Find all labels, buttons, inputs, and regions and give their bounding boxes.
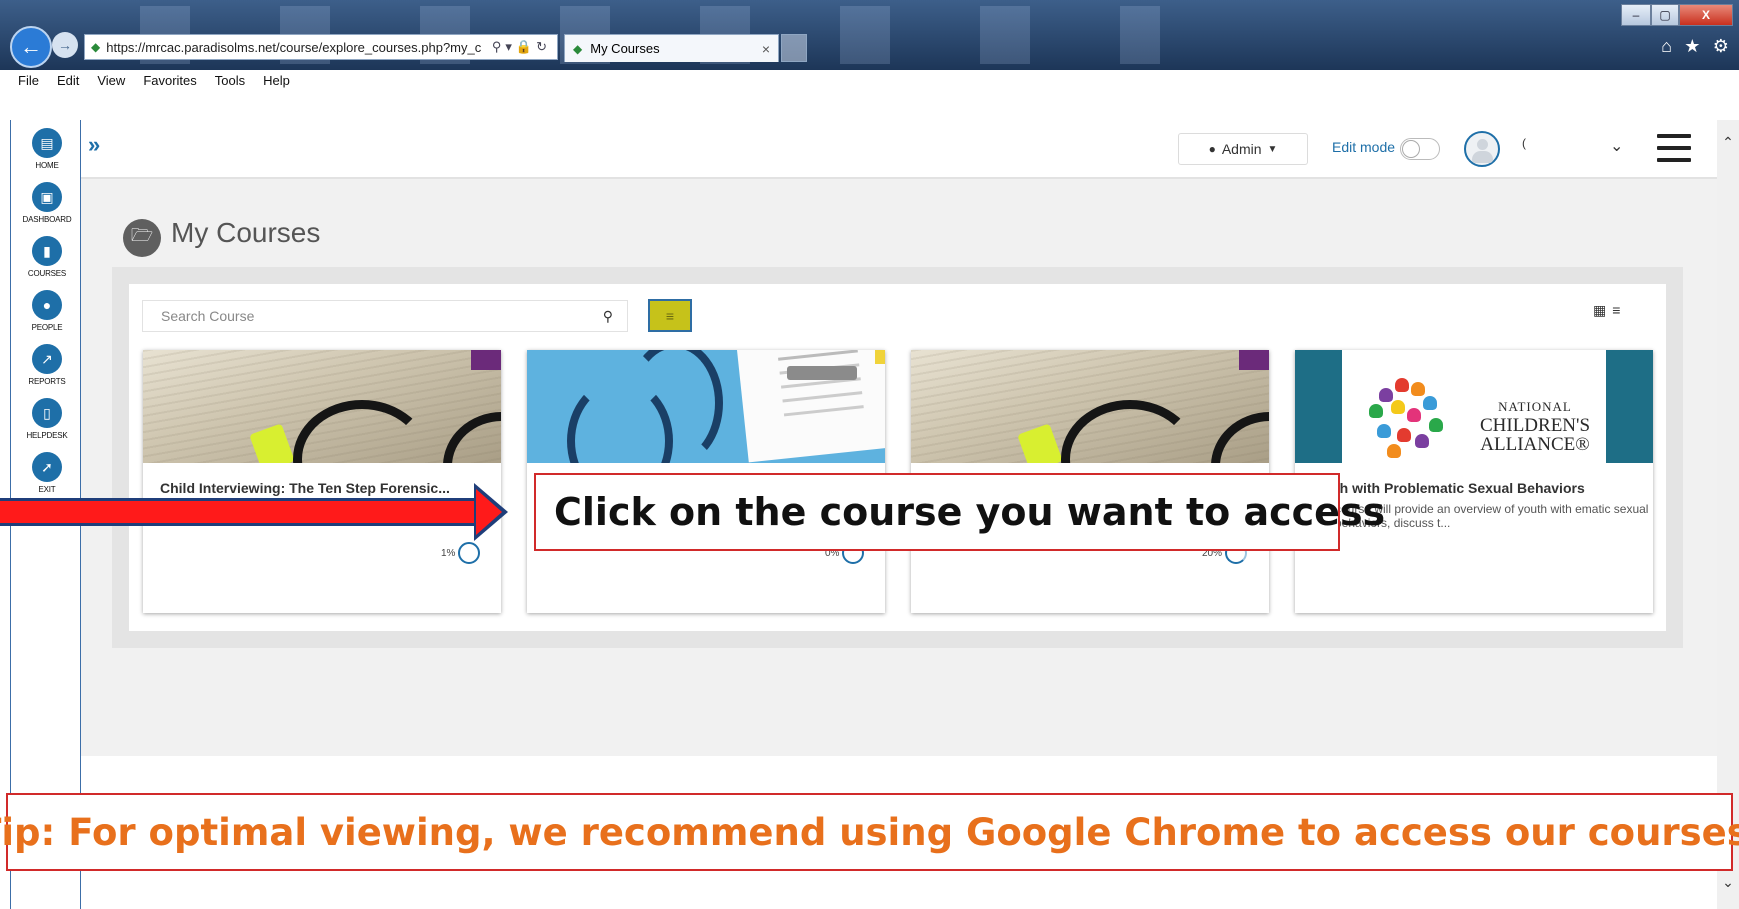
address-bar[interactable]: ◆ https://mrcac.paradisolms.net/course/e… (84, 34, 558, 60)
menu-bar: File Edit View Favorites Tools Help (0, 70, 1739, 90)
toggle-knob (1402, 140, 1420, 158)
avatar-head (1477, 139, 1488, 150)
search-input[interactable]: Search Course ⚲ (142, 300, 628, 332)
course-progress: 1% (441, 542, 481, 564)
avatar-body (1472, 151, 1493, 163)
course-image (143, 350, 501, 463)
grid-view-icon[interactable]: ▦ (1593, 302, 1612, 318)
new-tab-button[interactable] (781, 34, 807, 62)
sidebar-item-exit[interactable]: ➚ EXIT (14, 452, 80, 494)
sidebar-item-people[interactable]: ● PEOPLE (14, 290, 80, 332)
hamburger-menu-icon[interactable] (1657, 134, 1691, 162)
logo-line: ALLIANCE® (1480, 434, 1590, 455)
sidebar-item-dashboard[interactable]: ▣ DASHBOARD (14, 182, 80, 224)
pointer-arrow (0, 498, 476, 526)
scroll-up-icon[interactable]: ⌃ (1717, 134, 1739, 151)
tab-favicon-icon: ◆ (573, 41, 583, 56)
sidebar-item-helpdesk[interactable]: ▯ HELPDESK (14, 398, 80, 440)
course-image (527, 350, 885, 463)
tab-close-icon[interactable]: × (762, 41, 770, 57)
minimize-button[interactable]: – (1621, 4, 1651, 26)
sidebar-item-reports[interactable]: ↗ REPORTS (14, 344, 80, 386)
menu-view[interactable]: View (97, 73, 125, 88)
favorites-star-icon[interactable]: ★ (1684, 36, 1700, 60)
logo-line: CHILDREN'S (1479, 415, 1591, 436)
search-placeholder: Search Course (161, 308, 255, 324)
search-icon[interactable]: ⚲ (603, 308, 613, 325)
forward-button[interactable]: → (52, 32, 78, 58)
menu-favorites[interactable]: Favorites (143, 73, 196, 88)
settings-gear-icon[interactable]: ⚙ (1713, 36, 1729, 60)
scroll-down-icon[interactable]: ⌄ (1717, 874, 1739, 891)
home-browser-icon[interactable]: ⌂ (1661, 36, 1672, 60)
course-image (911, 350, 1269, 463)
menu-file[interactable]: File (18, 73, 39, 88)
tab-my-courses[interactable]: ◆ My Courses × (564, 34, 779, 62)
sidebar-item-label: REPORTS (28, 377, 66, 386)
site-icon: ◆ (91, 40, 101, 54)
page-title: My Courses (171, 217, 321, 248)
handprints-logo-icon (1365, 378, 1455, 458)
sidebar-item-label: HOME (35, 161, 59, 170)
address-tools-icon[interactable]: ⚲▾🔒↻ (492, 39, 551, 55)
edit-mode-toggle[interactable] (1400, 138, 1440, 160)
avatar[interactable] (1464, 131, 1500, 167)
user-icon: ● (1208, 142, 1216, 156)
sidebar-item-label: PEOPLE (31, 323, 63, 332)
folder-icon: ▮ (32, 236, 62, 266)
people-icon: ● (32, 290, 62, 320)
course-card[interactable]: Child Interviewing: The Ten Step Forensi… (143, 350, 501, 613)
expand-sidebar-icon[interactable]: » (88, 132, 100, 158)
dashboard-icon: ▣ (32, 182, 62, 212)
home-icon: ▤ (32, 128, 62, 158)
tip-banner: Tip: For optimal viewing, we recommend u… (0, 793, 1739, 871)
chart-icon: ↗ (32, 344, 62, 374)
sidebar-item-label: DASHBOARD (22, 215, 72, 224)
filter-button[interactable]: ≡ (648, 299, 692, 332)
menu-help[interactable]: Help (263, 73, 290, 88)
close-button[interactable]: X (1679, 4, 1733, 26)
sidebar-item-home[interactable]: ▤ HOME (14, 128, 80, 170)
caret-down-icon: ▼ (1267, 143, 1278, 155)
vertical-scrollbar[interactable] (1717, 120, 1739, 909)
list-view-icon[interactable]: ≡ (1612, 302, 1626, 318)
view-toggle: ▦≡ (1593, 302, 1626, 319)
sidebar-item-courses[interactable]: ▮ COURSES (14, 236, 80, 278)
progress-label: 1% (441, 547, 456, 559)
url-text: https://mrcac.paradisolms.net/course/exp… (106, 39, 482, 55)
pointer-arrow-head-fill (476, 489, 502, 535)
menu-edit[interactable]: Edit (57, 73, 79, 88)
course-title[interactable]: Child Interviewing: The Ten Step Forensi… (160, 480, 450, 496)
instruction-callout: Click on the course you want to access (534, 473, 1385, 551)
window-controls: – ▢ X (1621, 4, 1735, 26)
folder-open-icon: 🗁 (123, 219, 161, 257)
sliders-icon: ≡ (665, 307, 675, 324)
sidebar-item-label: COURSES (27, 269, 67, 278)
role-switch-button[interactable]: ● Admin ▼ (1178, 133, 1308, 165)
progress-ring-icon (458, 542, 481, 564)
edit-mode-label: Edit mode (1332, 139, 1396, 155)
book-icon: ▯ (32, 398, 62, 428)
user-name: ( (1522, 136, 1526, 150)
tab-title: My Courses (590, 41, 660, 56)
course-card[interactable]: NATIONAL CHILDREN'S ALLIANCE® th with Pr… (1295, 350, 1653, 613)
back-button[interactable]: ← (10, 26, 52, 68)
nca-logo-text: NATIONAL CHILDREN'S ALLIANCE® (1465, 400, 1605, 454)
logo-line: NATIONAL (1498, 399, 1572, 414)
sidebar-item-label: HELPDESK (26, 431, 68, 440)
role-label: Admin (1221, 141, 1262, 157)
sidebar-item-label: EXIT (38, 485, 56, 494)
exit-icon: ➚ (32, 452, 62, 482)
course-image: NATIONAL CHILDREN'S ALLIANCE® (1295, 350, 1653, 463)
menu-tools[interactable]: Tools (215, 73, 245, 88)
maximize-button[interactable]: ▢ (1651, 4, 1679, 26)
browser-toolbar-icons: ⌂ ★ ⚙ (1655, 36, 1735, 60)
chevron-down-icon[interactable]: ⌄ (1610, 136, 1623, 156)
